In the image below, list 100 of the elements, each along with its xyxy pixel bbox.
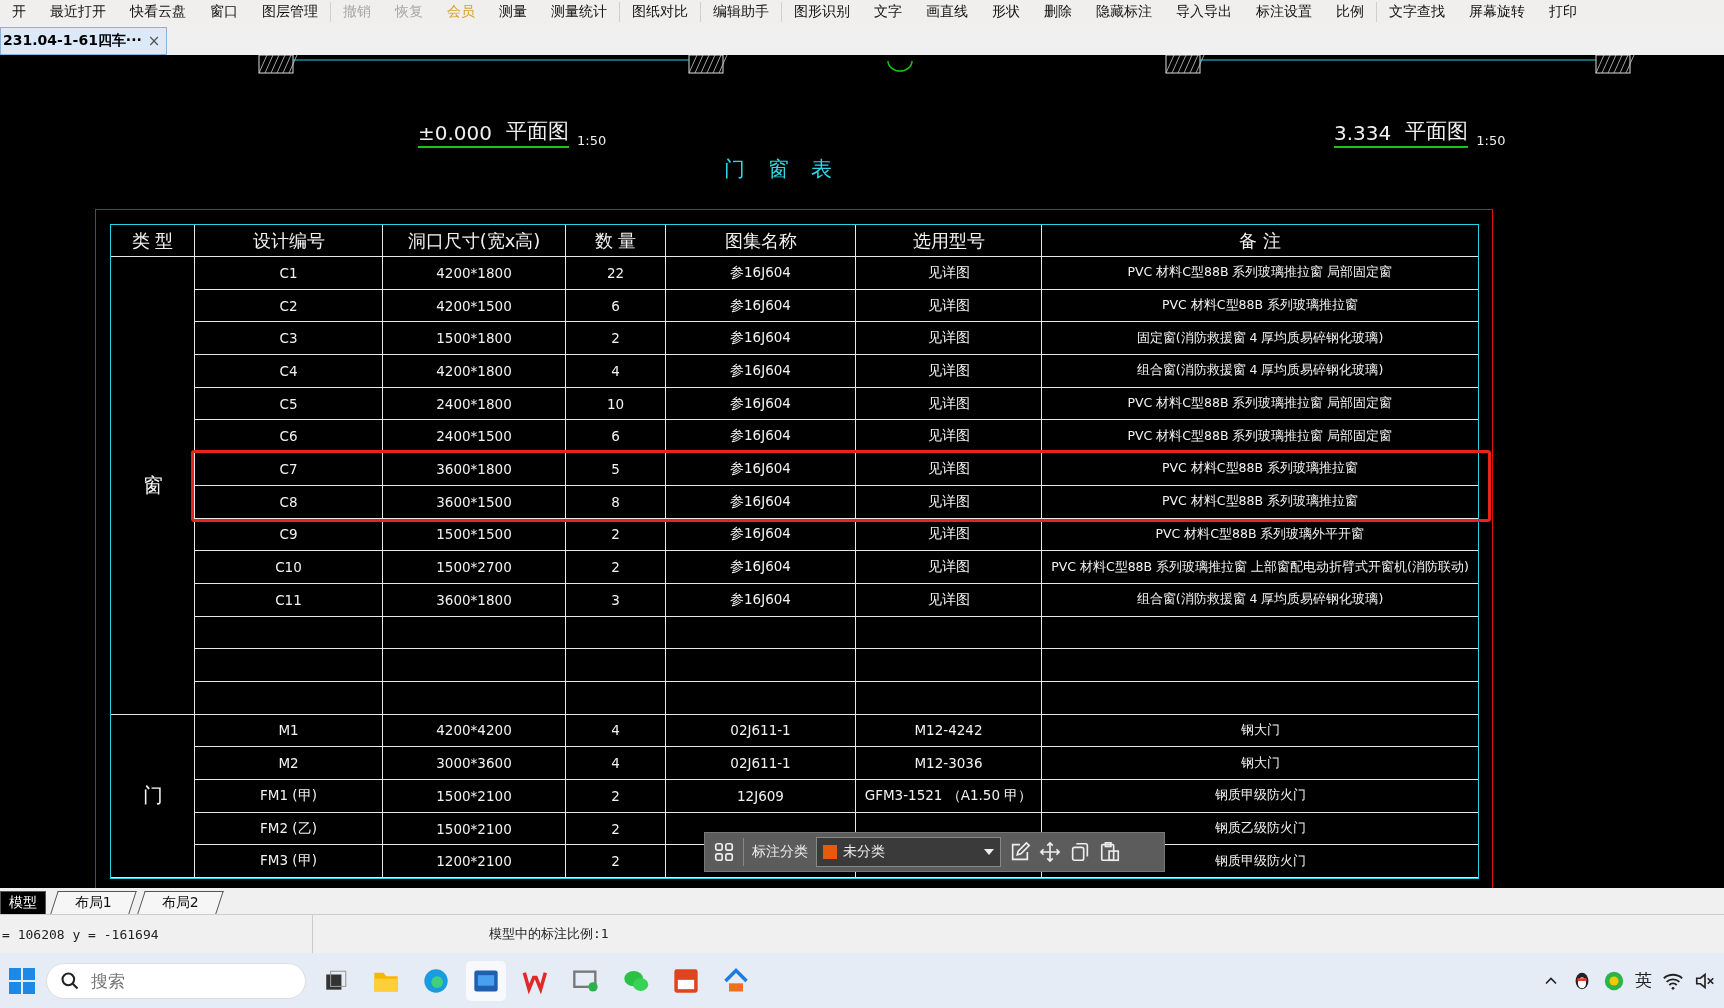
table-cell: C4 [279, 362, 298, 379]
layout-tab[interactable]: 布局1 [50, 891, 137, 914]
menu-item[interactable]: 编辑助手 [701, 0, 781, 24]
layout-tab[interactable]: 布局2 [137, 891, 224, 914]
scale-label: 1:50 [577, 133, 607, 148]
menu-item[interactable]: 屏幕旋转 [1457, 0, 1537, 24]
menu-item[interactable]: 图层管理 [250, 0, 330, 24]
table-cell: 3 [611, 591, 620, 608]
table-cell: 22 [606, 264, 625, 281]
menu-item[interactable]: 最近打开 [38, 0, 118, 24]
table-cell: 见详图 [927, 525, 970, 544]
table-cell: 组合窗(消防救援窗 4 厚均质易碎钢化玻璃) [1136, 362, 1384, 380]
start-icon[interactable] [8, 966, 36, 995]
table-cell: GFM3-1521 （A1.50 甲） [864, 786, 1033, 805]
table-cell: 参16J604 [730, 492, 791, 511]
menu-item[interactable]: 图纸对比 [620, 0, 700, 24]
table-cell: 钢大门 [1240, 721, 1280, 739]
table-cell: 参16J604 [730, 590, 791, 609]
menu-item[interactable]: 导入导出 [1164, 0, 1244, 24]
table-cell: 2 [611, 787, 620, 804]
table-cell: 参16J604 [730, 394, 791, 413]
column-header: 类 型 [131, 228, 174, 253]
table-cell: 钢大门 [1240, 754, 1280, 772]
table-cell: FM3 (甲) [260, 852, 317, 871]
column-header: 图集名称 [724, 228, 797, 253]
table-cell: PVC 材料C型88B 系列玻璃推拉窗 [1162, 297, 1358, 315]
table-cell: 2 [611, 526, 620, 543]
table-cell: 见详图 [927, 296, 970, 315]
table-cell: 4 [611, 362, 620, 379]
table-cell: 1500*1800 [436, 330, 512, 347]
ime-indicator[interactable]: 英 [1635, 969, 1652, 992]
table-cell: 02J611-1 [730, 755, 791, 772]
table-cell: C5 [279, 395, 298, 412]
table-cell: 1500*2100 [436, 787, 512, 804]
table-cell: 1200*2100 [436, 853, 512, 870]
wall-hatch-icon [688, 55, 728, 74]
table-cell: PVC 材料C型88B 系列玻璃推拉窗 [1162, 460, 1358, 478]
search-icon [60, 970, 80, 991]
table-cell: 3600*1500 [436, 493, 512, 510]
table-cell: 2 [611, 559, 620, 576]
table-title: 门 窗 表 [724, 156, 841, 183]
table-cell: PVC 材料C型88B 系列玻璃推拉窗 [1162, 493, 1358, 511]
menu-item[interactable]: 图形识别 [782, 0, 862, 24]
toolbar-label: 标注分类 [752, 843, 808, 861]
house-app-icon[interactable] [722, 966, 750, 995]
edit-icon[interactable] [1009, 841, 1031, 863]
close-icon[interactable]: × [147, 32, 161, 50]
grid-icon[interactable] [713, 841, 735, 863]
category-dropdown[interactable]: 未分类 [816, 837, 1001, 867]
menu-item[interactable]: 标注设置 [1244, 0, 1324, 24]
table-cell: 见详图 [927, 459, 970, 478]
table-cell: 参16J604 [730, 558, 791, 577]
table-cell: PVC 材料C型88B 系列玻璃推拉窗 局部固定窗 [1127, 427, 1393, 445]
menu-item[interactable]: 快看云盘 [118, 0, 198, 24]
table-cell: 参16J604 [730, 329, 791, 348]
table-cell: 组合窗(消防救援窗 4 厚均质易碎钢化玻璃) [1136, 591, 1384, 609]
table-cell: 02J611-1 [730, 722, 791, 739]
table-cell: 2 [611, 330, 620, 347]
menu-item[interactable]: 隐藏标注 [1084, 0, 1164, 24]
table-cell: 参16J604 [730, 361, 791, 380]
calendar-app-icon[interactable] [672, 966, 700, 995]
layout-tab[interactable]: 模型 [0, 891, 46, 914]
table-cell: 见详图 [927, 558, 970, 577]
table-cell: C2 [279, 297, 298, 314]
menu-item[interactable]: 画直线 [914, 0, 980, 24]
search-field[interactable]: 搜索 [46, 962, 306, 999]
paste-icon[interactable] [1099, 841, 1121, 863]
table-cell: PVC 材料C型88B 系列玻璃推拉窗 局部固定窗 [1127, 395, 1393, 413]
table-cell: 钢质甲级防火门 [1214, 787, 1306, 805]
elevation-label: ±0.000 [418, 121, 492, 148]
copy-icon[interactable] [1069, 841, 1091, 863]
table-cell: 窗 [142, 471, 163, 499]
table-cell: 钢质甲级防火门 [1214, 852, 1306, 870]
column-header: 备 注 [1239, 228, 1281, 253]
scale-label: 1:50 [1476, 133, 1506, 148]
move-icon[interactable] [1039, 841, 1061, 863]
table-cell: PVC 材料C型88B 系列玻璃推拉窗 局部固定窗 [1127, 264, 1393, 282]
table-cell: 5 [611, 460, 620, 477]
menu-item[interactable]: 文字查找 [1377, 0, 1457, 24]
menu-item[interactable]: 打印 [1537, 0, 1589, 24]
menu-item[interactable]: 窗口 [198, 0, 250, 24]
plan-title: 平面图 [1391, 117, 1469, 148]
browser-icon[interactable] [422, 966, 450, 995]
table-cell: 8 [611, 493, 620, 510]
table-cell: 见详图 [927, 361, 970, 380]
table-cell: 3600*1800 [436, 591, 512, 608]
column-header: 洞口尺寸(宽x高) [407, 228, 541, 253]
menu-item[interactable]: 文字 [862, 0, 914, 24]
table-cell: 参16J604 [730, 296, 791, 315]
document-tab[interactable]: 231.04-1-61四车··· × [0, 27, 168, 55]
elevation-label: 3.334 [1334, 121, 1392, 148]
menu-item[interactable]: 开 [0, 0, 38, 24]
table-cell: C7 [279, 460, 298, 477]
menu-item[interactable]: 比例 [1324, 0, 1376, 24]
menu-item[interactable]: 形状 [980, 0, 1032, 24]
table-cell: 3000*3600 [436, 755, 512, 772]
table-cell: 钢质乙级防火门 [1214, 820, 1306, 838]
menu-item[interactable]: 测量 [487, 0, 539, 24]
menu-item[interactable]: 测量统计 [539, 0, 619, 24]
menu-item[interactable]: 删除 [1032, 0, 1084, 24]
